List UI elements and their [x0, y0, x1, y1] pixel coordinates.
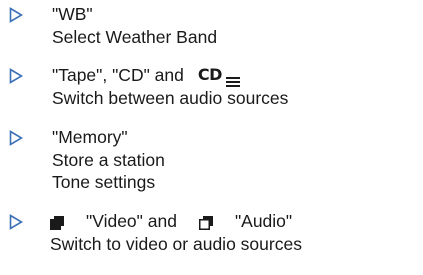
cd-icon: CD [197, 65, 223, 85]
item-title: "Memory" [52, 127, 128, 147]
item-description: Store a station [52, 149, 165, 170]
item-text: "WB" Select Weather Band [52, 3, 217, 48]
item-title: "WB" [52, 4, 93, 24]
item-description: Switch between audio sources [52, 87, 289, 108]
video-label: "Video" and [86, 211, 177, 231]
item-description: Switch to video or audio sources [50, 233, 302, 254]
item-description: Select Weather Band [52, 26, 218, 47]
audio-source-icon [198, 213, 213, 231]
item-title: "Video" and "Audio" [50, 210, 302, 233]
audio-label: "Audio" [234, 211, 293, 231]
bullet-triangle-icon [9, 130, 23, 146]
video-source-icon [50, 213, 64, 231]
menu-lines-icon [225, 70, 240, 88]
item-title-text: "Tape", "CD" and [52, 65, 184, 85]
item-text: "Memory" Store a station Tone settings [52, 126, 165, 194]
item-description: Tone settings [52, 172, 156, 192]
item-text: "Tape", "CD" and CD Switch between audio … [52, 64, 288, 109]
item-text: "Video" and "Audio" Switch to video or au… [50, 210, 302, 255]
bullet-triangle-icon [9, 68, 23, 84]
bullet-triangle-icon [9, 7, 23, 23]
instruction-list: "WB" Select Weather Band "Tape", "CD" an… [0, 0, 423, 275]
item-title: "Tape", "CD" and CD [52, 64, 288, 88]
bullet-triangle-icon [9, 214, 23, 230]
